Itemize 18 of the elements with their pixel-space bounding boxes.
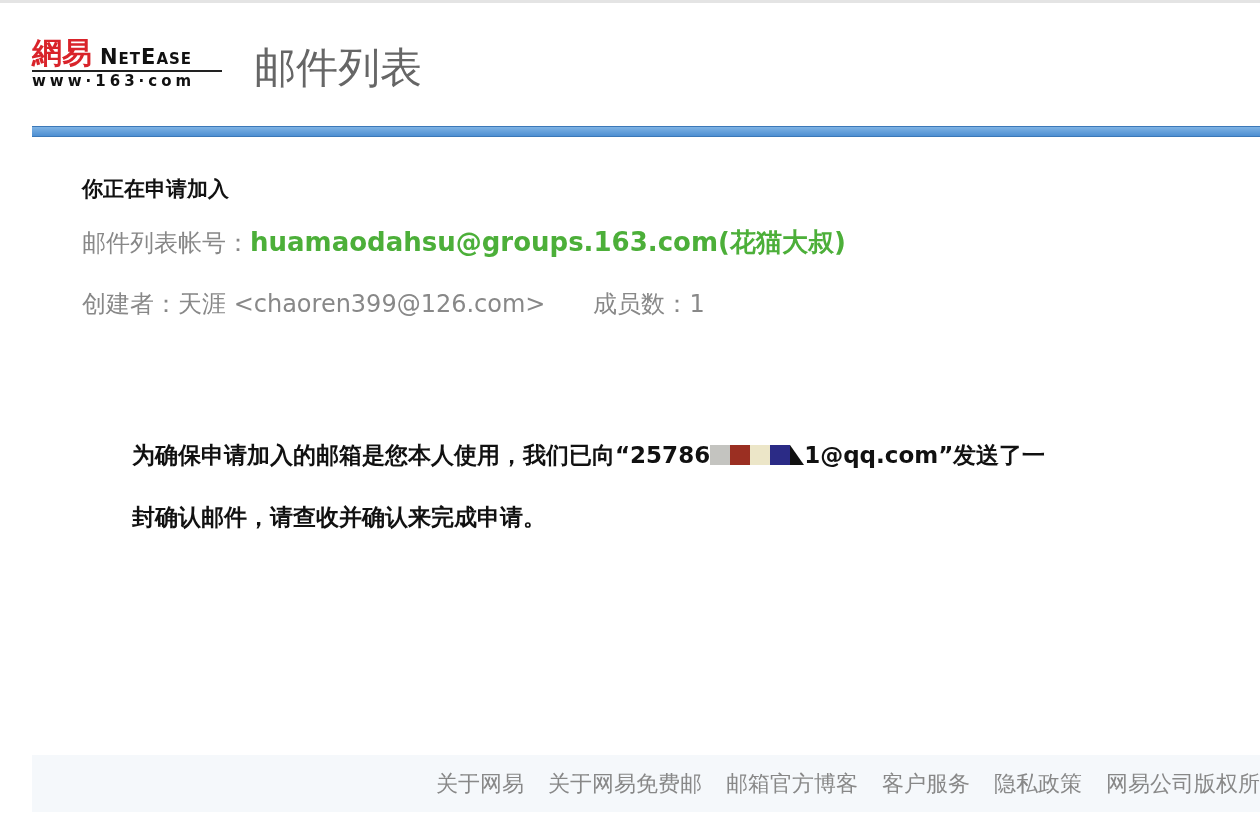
footer-link[interactable]: 客户服务 xyxy=(882,768,970,799)
notice-text: 1@qq.com”发送了一 xyxy=(804,441,1046,470)
netease-logo: 網易 NetEase www·163·com xyxy=(32,37,222,90)
member-count: 1 xyxy=(689,290,705,318)
field-label: 成员数： xyxy=(593,289,690,320)
creator-value: 天涯 <chaoren399@126.com> xyxy=(178,289,546,320)
page-title: 邮件列表 xyxy=(254,42,422,94)
section-heading: 你正在申请加入 xyxy=(82,176,230,203)
footer-link[interactable]: 关于网易 xyxy=(436,768,524,799)
field-label: 邮件列表帐号： xyxy=(82,228,250,259)
footer-link[interactable]: 关于网易免费邮 xyxy=(548,768,702,799)
footer-link[interactable]: 隐私政策 xyxy=(994,768,1082,799)
field-label: 创建者： xyxy=(82,289,178,320)
footer-link[interactable]: 网易公司版权所 xyxy=(1106,768,1260,799)
list-address: huamaodahsu@groups.163.com(花猫大叔) xyxy=(250,226,846,259)
notice-text: 封确认邮件，请查收并确认来完成申请。 xyxy=(132,503,546,532)
footer-link[interactable]: 邮箱官方博客 xyxy=(726,768,858,799)
notice-text: 为确保申请加入的邮箱是您本人使用，我们已向“25786 xyxy=(132,441,711,470)
